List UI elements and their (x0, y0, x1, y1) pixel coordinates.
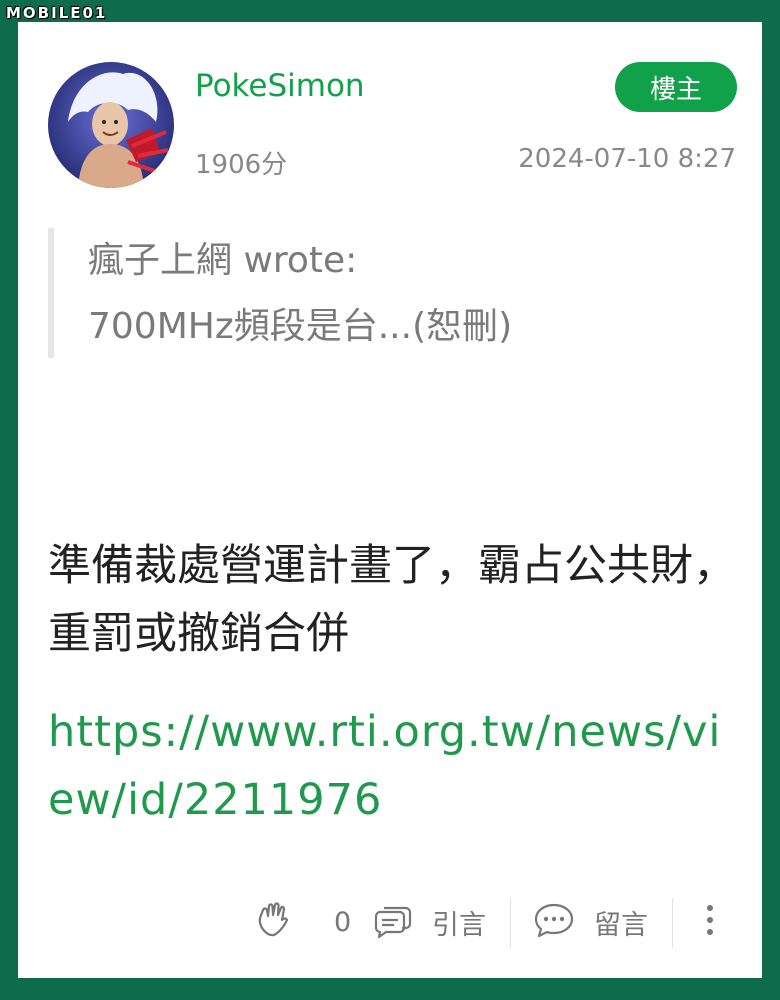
comment-label: 留言 (594, 909, 648, 941)
footer-divider (672, 898, 673, 948)
post-card: PokeSimon 樓主 1906分 2024-07-10 8:27 瘋子上網 … (18, 22, 762, 978)
clap-icon (254, 900, 294, 944)
post-timestamp: 2024-07-10 8:27 (518, 144, 736, 174)
avatar-image (48, 62, 174, 188)
post-link[interactable]: https://www.rti.org.tw/news/view/id/2211… (48, 698, 738, 834)
avatar[interactable] (48, 62, 174, 188)
more-vertical-icon (704, 900, 716, 944)
quote-label: 引言 (432, 909, 486, 941)
watermark-text: MOBILE01 (6, 4, 108, 22)
comment-button[interactable]: 留言 (532, 892, 648, 952)
post-body: 準備裁處營運計畫了，霸占公共財，重罰或撤銷合併 (48, 541, 736, 659)
post-actions: 0 引言 留言 (18, 892, 762, 952)
like-count: 0 (334, 906, 352, 938)
user-score: 1906分 (195, 150, 288, 180)
quote-chat-icon (372, 900, 414, 944)
more-button[interactable] (704, 892, 716, 952)
quote-text: 700MHz頻段是台...(恕刪) (88, 306, 513, 347)
quote-block: 瘋子上網 wrote: 700MHz頻段是台...(恕刪) (48, 228, 608, 358)
comment-bubble-icon (532, 900, 576, 944)
quote-author-line: 瘋子上網 wrote: (88, 240, 358, 281)
username[interactable]: PokeSimon (195, 68, 365, 104)
like-button[interactable]: 0 (254, 892, 351, 952)
quote-button[interactable]: 引言 (372, 892, 486, 952)
site-watermark: MOBILE01 (6, 4, 107, 22)
footer-divider (510, 898, 511, 948)
op-badge: 樓主 (615, 62, 737, 112)
